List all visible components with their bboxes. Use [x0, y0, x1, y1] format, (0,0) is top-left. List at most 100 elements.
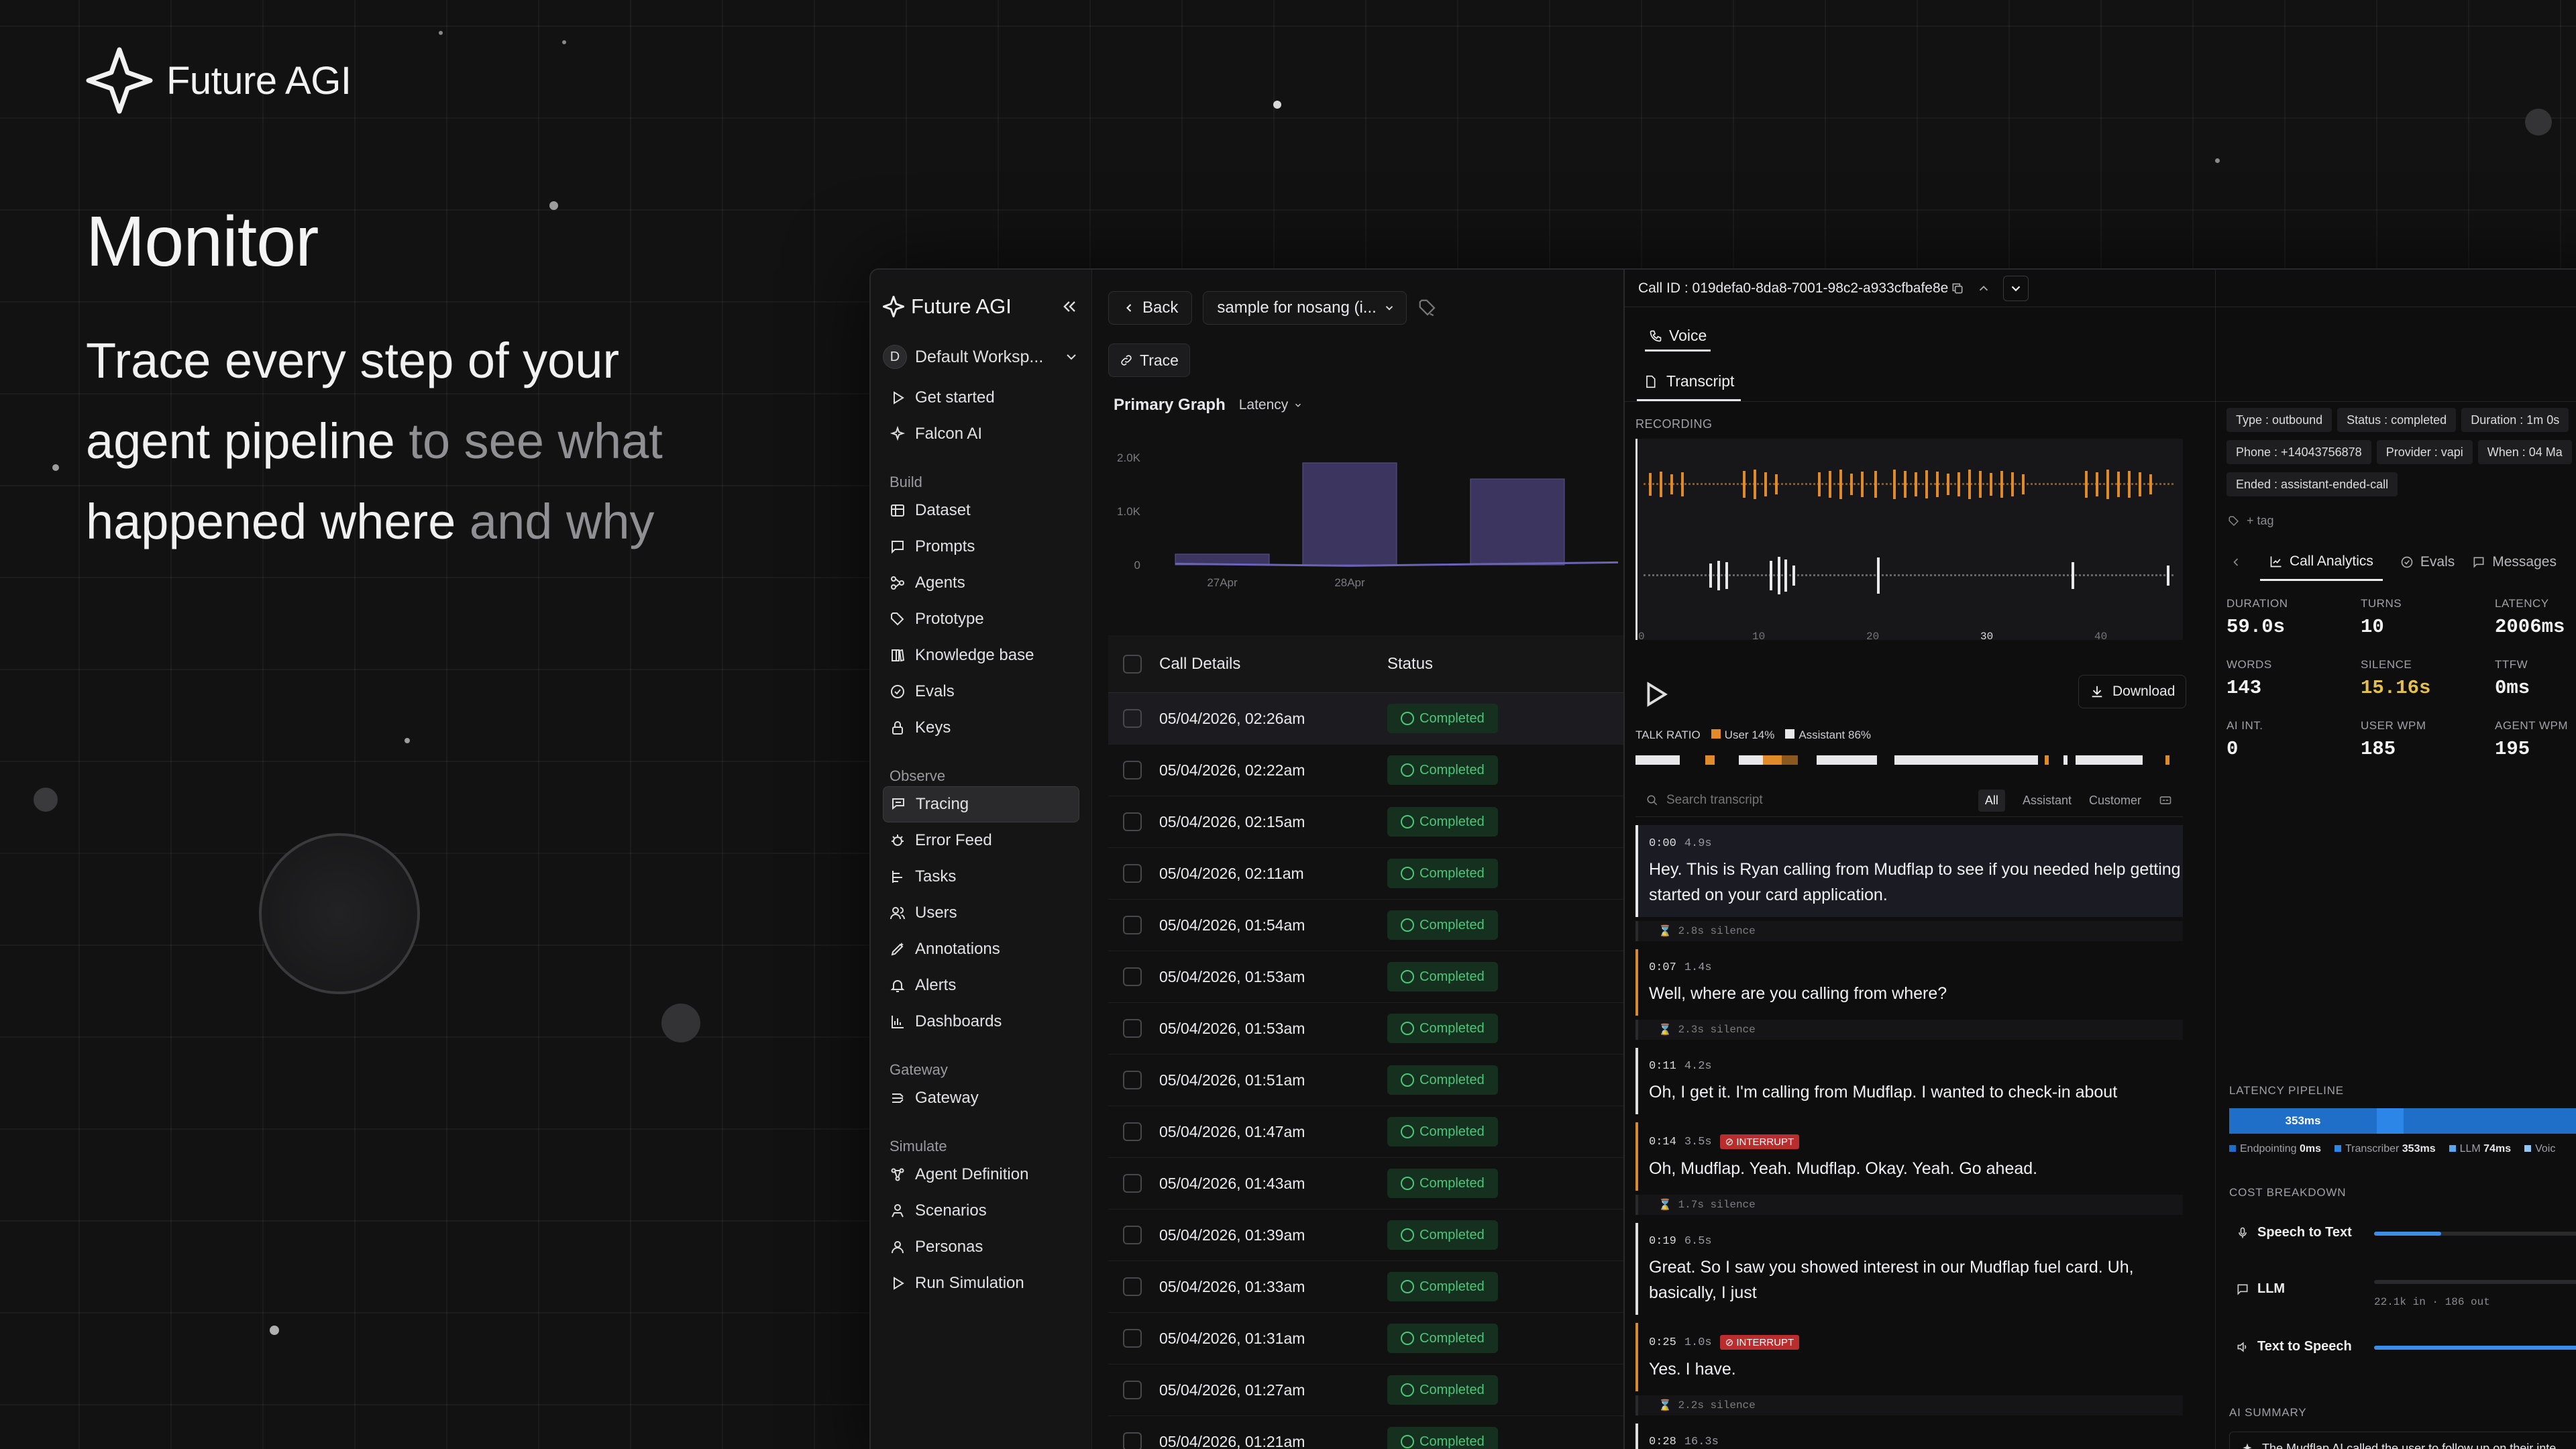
sidebar-item-users[interactable]: Users	[883, 895, 1079, 931]
status-label: Completed	[1419, 917, 1485, 932]
row-checkbox[interactable]	[1123, 864, 1142, 883]
next-call-button[interactable]	[2003, 275, 2029, 301]
sidebar-item-keys[interactable]: Keys	[883, 710, 1079, 746]
sidebar-item-tracing[interactable]: Tracing	[883, 786, 1079, 822]
sidebar-item-tasks[interactable]: Tasks	[883, 859, 1079, 895]
message-duration: 3.5s	[1684, 1135, 1712, 1148]
column-header-status[interactable]: Status	[1387, 655, 1433, 674]
filter-assistant[interactable]: Assistant	[2023, 794, 2072, 808]
back-button[interactable]: Back	[1108, 291, 1193, 325]
legend-value: 0ms	[2299, 1143, 2321, 1155]
tab-transcript[interactable]: Transcript	[1637, 364, 1741, 401]
transcript-message[interactable]: 0:07 1.4s Well, where are you calling fro…	[1635, 949, 2183, 1016]
table-row[interactable]: 05/04/2026, 01:53am Completed	[1108, 951, 1623, 1003]
transcript-message[interactable]: 0:00 4.9s Hey. This is Ryan calling from …	[1635, 825, 2183, 917]
table-row[interactable]: 05/04/2026, 01:53am Completed	[1108, 1003, 1623, 1055]
transcript-message[interactable]: 0:11 4.2s Oh, I get it. I'm calling from …	[1635, 1048, 2183, 1114]
sidebar-item-agent-definition[interactable]: Agent Definition	[883, 1157, 1079, 1193]
add-tag-button[interactable]: + tag	[2228, 514, 2274, 528]
transcript-search-input[interactable]	[1666, 792, 1975, 808]
transcript-message[interactable]: 0:28 16.3s	[1635, 1424, 2183, 1449]
call-time: 05/04/2026, 02:26am	[1159, 709, 1305, 727]
sidebar-item-scenarios[interactable]: Scenarios	[883, 1193, 1079, 1229]
recording-waveform[interactable]	[1635, 439, 2183, 640]
sidebar-item-personas[interactable]: Personas	[883, 1229, 1079, 1265]
copy-icon[interactable]	[1951, 282, 1964, 295]
tab-call-analytics[interactable]: Call Analytics	[2260, 543, 2383, 581]
row-checkbox[interactable]	[1123, 1122, 1142, 1141]
status-badge: Completed	[1387, 1324, 1498, 1353]
tab-voice[interactable]: Voice	[1645, 322, 1711, 352]
chart-bar[interactable]	[1302, 462, 1397, 566]
sidebar-item-knowledge-base[interactable]: Knowledge base	[883, 637, 1079, 674]
row-checkbox[interactable]	[1123, 1381, 1142, 1399]
tab-messages[interactable]: Messages	[2472, 554, 2557, 570]
sidebar-item-dashboards[interactable]: Dashboards	[883, 1004, 1079, 1040]
column-header-call-details[interactable]: Call Details	[1159, 655, 1387, 674]
filter-customer[interactable]: Customer	[2089, 794, 2141, 808]
sidebar-logo[interactable]: Future AGI	[883, 294, 1012, 319]
table-row[interactable]: 05/04/2026, 01:54am Completed	[1108, 900, 1623, 951]
select-all-checkbox[interactable]	[1123, 654, 1142, 674]
table-row[interactable]: 05/04/2026, 01:39am Completed	[1108, 1210, 1623, 1261]
row-checkbox[interactable]	[1123, 1277, 1142, 1296]
table-row[interactable]: 05/04/2026, 02:22am Completed	[1108, 745, 1623, 796]
table-row[interactable]: 05/04/2026, 01:31am Completed	[1108, 1313, 1623, 1364]
tag-edit-icon[interactable]	[1417, 298, 1438, 318]
table-row[interactable]: 05/04/2026, 01:51am Completed	[1108, 1055, 1623, 1106]
chevron-left-icon[interactable]	[2229, 555, 2243, 569]
row-checkbox[interactable]	[1123, 916, 1142, 934]
row-checkbox[interactable]	[1123, 967, 1142, 986]
transcript-message[interactable]: 0:19 6.5s Great. So I saw you showed inte…	[1635, 1223, 2183, 1315]
table-row[interactable]: 05/04/2026, 02:26am Completed	[1108, 693, 1623, 745]
transcript-message[interactable]: 0:14 3.5s ⊘ INTERRUPT Oh, Mudflap. Yeah. M…	[1635, 1122, 2183, 1191]
tab-trace[interactable]: Trace	[1108, 343, 1190, 377]
row-checkbox[interactable]	[1123, 812, 1142, 831]
row-checkbox[interactable]	[1123, 1226, 1142, 1244]
sidebar-item-agents[interactable]: Agents	[883, 565, 1079, 601]
project-select[interactable]: sample for nosang (i...	[1203, 291, 1407, 325]
table-icon	[891, 504, 904, 517]
sidebar-item-get-started[interactable]: Get started	[883, 380, 1079, 416]
table-row[interactable]: 05/04/2026, 01:33am Completed	[1108, 1261, 1623, 1313]
sidebar-item-error-feed[interactable]: Error Feed	[883, 822, 1079, 859]
row-checkbox[interactable]	[1123, 1071, 1142, 1089]
cost-row-text-to-speech: Text to Speech	[2236, 1339, 2352, 1354]
table-row[interactable]: 05/04/2026, 01:21am Completed	[1108, 1416, 1623, 1449]
tab-evals[interactable]: Evals	[2400, 554, 2455, 570]
sidebar-item-dataset[interactable]: Dataset	[883, 492, 1079, 529]
transcript-message[interactable]: 0:25 1.0s ⊘ INTERRUPT Yes. I have.	[1635, 1323, 2183, 1391]
table-row[interactable]: 05/04/2026, 01:43am Completed	[1108, 1158, 1623, 1210]
chevron-up-icon[interactable]	[1976, 281, 1991, 296]
workspace-switcher[interactable]: D Default Worksp...	[883, 338, 1079, 376]
table-row[interactable]: 05/04/2026, 01:47am Completed	[1108, 1106, 1623, 1158]
sidebar-item-falcon-ai[interactable]: Falcon AI	[883, 416, 1079, 452]
row-checkbox[interactable]	[1123, 1019, 1142, 1038]
filter-all[interactable]: All	[1978, 789, 2005, 812]
sidebar-item-evals[interactable]: Evals	[883, 674, 1079, 710]
row-checkbox[interactable]	[1123, 761, 1142, 780]
graph-metric-select[interactable]: Latency	[1239, 397, 1303, 413]
message-time: 0:07	[1649, 961, 1676, 974]
sidebar-item-alerts[interactable]: Alerts	[883, 967, 1079, 1004]
sidebar-item-run-simulation[interactable]: Run Simulation	[883, 1265, 1079, 1301]
row-checkbox[interactable]	[1123, 1432, 1142, 1449]
captions-icon[interactable]	[2159, 794, 2172, 807]
table-row[interactable]: 05/04/2026, 02:15am Completed	[1108, 796, 1623, 848]
latency-legend: Endpointing 0ms Transcriber 353ms LLM 74ms…	[2229, 1143, 2555, 1155]
row-checkbox[interactable]	[1123, 1329, 1142, 1348]
chart-bar[interactable]	[1470, 478, 1565, 566]
collapse-sidebar-icon[interactable]	[1061, 297, 1079, 316]
sidebar-item-prototype[interactable]: Prototype	[883, 601, 1079, 637]
sidebar-item-annotations[interactable]: Annotations	[883, 931, 1079, 967]
metric-value: 59.0s	[2226, 616, 2286, 638]
row-checkbox[interactable]	[1123, 709, 1142, 728]
sidebar-item-gateway[interactable]: Gateway	[883, 1080, 1079, 1116]
check-circle-icon	[891, 685, 904, 698]
table-row[interactable]: 05/04/2026, 01:27am Completed	[1108, 1364, 1623, 1416]
row-checkbox[interactable]	[1123, 1174, 1142, 1193]
download-button[interactable]: Download	[2078, 675, 2187, 708]
sidebar-item-prompts[interactable]: Prompts	[883, 529, 1079, 565]
table-row[interactable]: 05/04/2026, 02:11am Completed	[1108, 848, 1623, 900]
play-icon[interactable]	[1640, 679, 1670, 710]
